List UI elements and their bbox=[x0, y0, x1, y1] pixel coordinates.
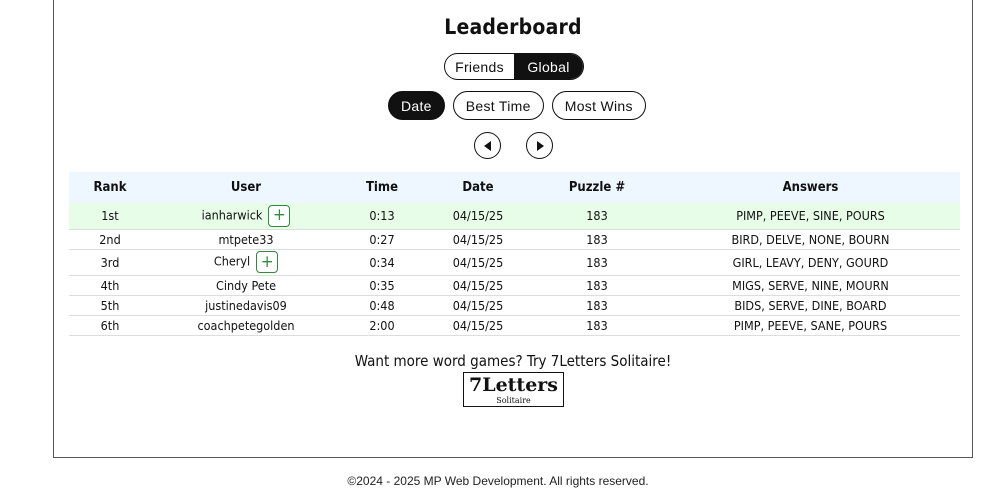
puzzle-cell: 183 bbox=[533, 249, 661, 276]
time-cell: 0:13 bbox=[341, 203, 423, 230]
triangle-right-icon bbox=[536, 140, 544, 151]
logo-main-text: 7Letters bbox=[468, 374, 559, 396]
solitaire-logo-link[interactable]: 7Letters Solitaire bbox=[463, 372, 564, 407]
answers-cell: PIMP, PEEVE, SINE, POURS bbox=[661, 203, 960, 230]
username: Cindy Pete bbox=[215, 277, 277, 293]
answers-cell: BIRD, DELVE, NONE, BOURN bbox=[661, 229, 960, 250]
answers-cell: MIGS, SERVE, NINE, MOURN bbox=[661, 275, 960, 296]
date-cell: 04/15/25 bbox=[423, 315, 533, 336]
date-cell: 04/15/25 bbox=[423, 295, 533, 316]
logo-sub-text: Solitaire bbox=[496, 396, 531, 405]
time-cell: 0:34 bbox=[341, 249, 423, 276]
table-header-row: Rank User Time Date Puzzle # Answers bbox=[69, 172, 960, 203]
time-cell: 0:35 bbox=[341, 275, 423, 296]
add-friend-button[interactable]: + bbox=[256, 251, 279, 273]
leaderboard-panel: Leaderboard Friends Global Date Best Tim… bbox=[53, 0, 973, 458]
time-cell: 0:27 bbox=[341, 229, 423, 250]
answers-cell: BIDS, SERVE, DINE, BOARD bbox=[661, 295, 960, 316]
scope-toggle: Friends Global bbox=[444, 53, 584, 80]
prev-button[interactable] bbox=[474, 132, 501, 159]
table-row: 4th Cindy Pete 0:35 04/15/25 183 MIGS, S… bbox=[69, 275, 960, 296]
next-button[interactable] bbox=[526, 132, 553, 159]
username: ianharwick bbox=[201, 207, 263, 223]
date-cell: 04/15/25 bbox=[423, 249, 533, 276]
username: mtpete33 bbox=[218, 231, 274, 247]
sort-best-time-button[interactable]: Best Time bbox=[452, 91, 544, 120]
header-answers: Answers bbox=[661, 172, 960, 203]
rank-cell: 3rd bbox=[69, 249, 151, 276]
add-friend-button[interactable]: + bbox=[268, 204, 291, 227]
sort-tabs: Date Best Time Most Wins bbox=[388, 91, 646, 120]
user-cell: coachpetegolden bbox=[151, 315, 341, 336]
date-cell: 04/15/25 bbox=[423, 229, 533, 250]
triangle-left-icon bbox=[483, 140, 491, 151]
puzzle-cell: 183 bbox=[533, 203, 661, 230]
user-cell: mtpete33 bbox=[151, 229, 341, 250]
table-row: 5th justinedavis09 0:48 04/15/25 183 BID… bbox=[69, 295, 960, 316]
puzzle-cell: 183 bbox=[533, 275, 661, 296]
puzzle-cell: 183 bbox=[533, 315, 661, 336]
time-cell: 2:00 bbox=[341, 315, 423, 336]
header-time: Time bbox=[341, 172, 423, 203]
username: justinedavis09 bbox=[205, 297, 287, 313]
user-cell: ianharwick + bbox=[151, 203, 341, 230]
username: Cheryl bbox=[213, 253, 251, 269]
footer-copyright: ©2024 - 2025 MP Web Development. All rig… bbox=[347, 474, 649, 488]
table-row: 1st ianharwick + 0:13 04/15/25 183 PIMP, … bbox=[69, 203, 960, 230]
date-cell: 04/15/25 bbox=[423, 203, 533, 230]
page-title: Leaderboard bbox=[444, 15, 582, 39]
user-cell: Cindy Pete bbox=[151, 275, 341, 296]
header-puzzle: Puzzle # bbox=[533, 172, 661, 203]
rank-cell: 1st bbox=[69, 203, 151, 230]
promo-text: Want more word games? Try 7Letters Solit… bbox=[354, 352, 672, 370]
sort-date-button[interactable]: Date bbox=[388, 91, 445, 120]
answers-cell: PIMP, PEEVE, SANE, POURS bbox=[661, 315, 960, 336]
puzzle-cell: 183 bbox=[533, 295, 661, 316]
header-rank: Rank bbox=[69, 172, 151, 203]
user-cell: justinedavis09 bbox=[151, 295, 341, 316]
tab-global[interactable]: Global bbox=[514, 54, 583, 79]
tab-friends[interactable]: Friends bbox=[445, 54, 514, 79]
username: coachpetegolden bbox=[197, 317, 295, 333]
rank-cell: 2nd bbox=[69, 229, 151, 250]
answers-cell: GIRL, LEAVY, DENY, GOURD bbox=[661, 249, 960, 276]
time-cell: 0:48 bbox=[341, 295, 423, 316]
user-cell: Cheryl + bbox=[151, 249, 341, 276]
rank-cell: 4th bbox=[69, 275, 151, 296]
sort-most-wins-button[interactable]: Most Wins bbox=[551, 91, 646, 120]
header-date: Date bbox=[423, 172, 533, 203]
header-user: User bbox=[151, 172, 341, 203]
rank-cell: 6th bbox=[69, 315, 151, 336]
puzzle-cell: 183 bbox=[533, 229, 661, 250]
table-row: 2nd mtpete33 0:27 04/15/25 183 BIRD, DEL… bbox=[69, 229, 960, 250]
leaderboard-table: Rank User Time Date Puzzle # Answers 1st… bbox=[69, 172, 960, 336]
table-row: 3rd Cheryl + 0:34 04/15/25 183 GIRL, LEAV… bbox=[69, 249, 960, 276]
rank-cell: 5th bbox=[69, 295, 151, 316]
date-cell: 04/15/25 bbox=[423, 275, 533, 296]
table-row: 6th coachpetegolden 2:00 04/15/25 183 PI… bbox=[69, 315, 960, 336]
